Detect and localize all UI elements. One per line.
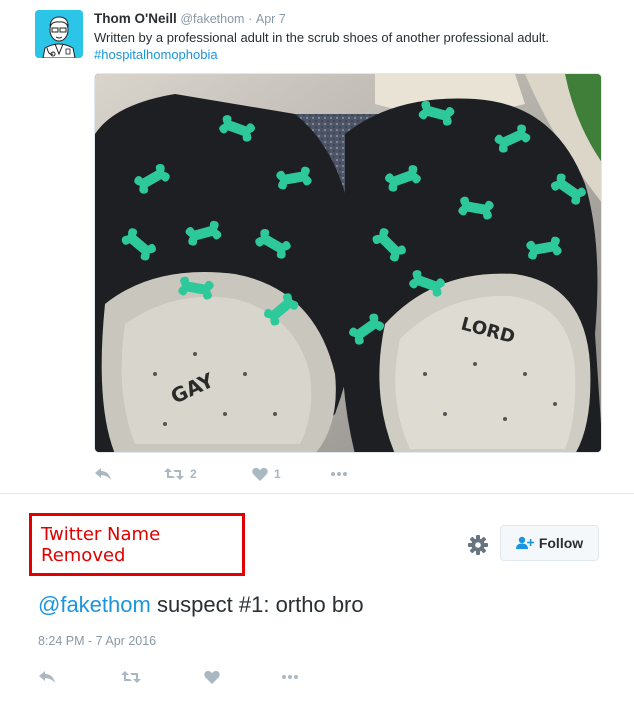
heart-icon — [204, 670, 220, 684]
reply-body: suspect #1: ortho bro — [150, 592, 364, 617]
reply-icon — [39, 671, 55, 683]
more-icon — [282, 675, 298, 679]
tweet-photo[interactable]: GAY LORD — [94, 73, 602, 453]
author-name[interactable]: Thom O'Neill — [94, 11, 177, 26]
reply-icon — [95, 468, 111, 480]
avatar-illustration — [35, 10, 83, 58]
author-avatar[interactable] — [35, 10, 83, 58]
redacted-name-label: Twitter Name Removed — [41, 523, 161, 566]
retweet-button[interactable] — [121, 668, 204, 686]
reply-actions — [38, 668, 299, 686]
original-tweet: Thom O'Neill @fakethom · Apr 7 Written b… — [0, 0, 634, 493]
retweet-icon — [164, 468, 184, 480]
hashtag-link[interactable]: #hospitalhomophobia — [94, 46, 218, 63]
retweet-icon — [121, 671, 141, 683]
tweet-date[interactable]: Apr 7 — [256, 12, 286, 26]
reply-mention-link[interactable]: @fakethom — [38, 592, 151, 617]
reply-button[interactable] — [94, 465, 164, 483]
redacted-name-box: Twitter Name Removed — [29, 513, 245, 576]
header-separator: · — [248, 12, 253, 26]
retweet-count: 2 — [190, 467, 197, 481]
heart-icon — [252, 467, 268, 481]
gear-icon — [468, 535, 488, 555]
like-button[interactable] — [204, 668, 281, 686]
retweet-button[interactable]: 2 — [164, 465, 252, 483]
more-button[interactable] — [281, 668, 299, 686]
like-count: 1 — [274, 467, 281, 481]
tweet-header: Thom O'Neill @fakethom · Apr 7 — [94, 11, 286, 27]
scrub-shoes-photo: GAY LORD — [95, 74, 601, 452]
follow-button[interactable]: Follow — [500, 525, 599, 561]
more-icon — [331, 472, 347, 476]
add-user-icon — [515, 536, 534, 550]
author-handle[interactable]: @fakethom — [180, 12, 244, 26]
reply-tweet: Twitter Name Removed Follow @fakethom su… — [0, 494, 634, 713]
reply-timestamp[interactable]: 8:24 PM - 7 Apr 2016 — [38, 634, 156, 648]
settings-button[interactable] — [467, 534, 489, 556]
more-button[interactable] — [330, 465, 348, 483]
tweet-actions: 2 1 — [94, 465, 348, 483]
reply-button[interactable] — [38, 668, 121, 686]
reply-text: @fakethom suspect #1: ortho bro — [38, 591, 364, 619]
like-button[interactable]: 1 — [252, 465, 330, 483]
follow-label: Follow — [538, 535, 584, 551]
tweet-text: Written by a professional adult in the s… — [94, 30, 550, 45]
